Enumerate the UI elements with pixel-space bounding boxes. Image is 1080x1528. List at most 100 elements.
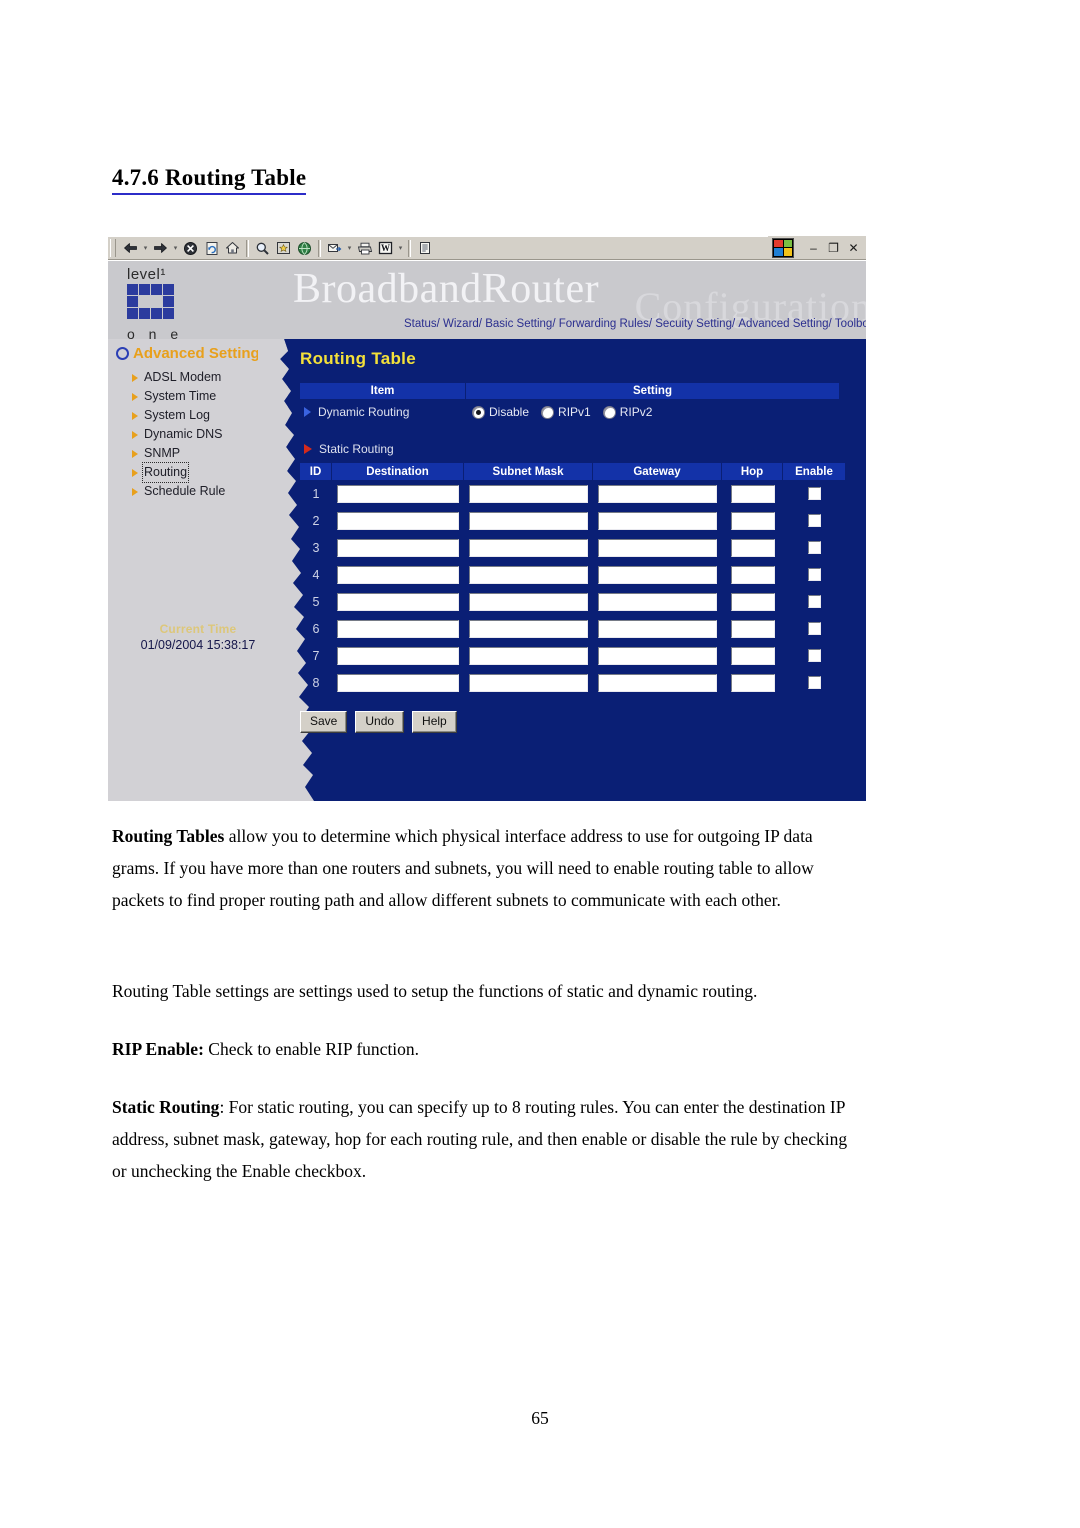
edit-word-icon[interactable]: W: [375, 238, 396, 258]
subnet-mask-input[interactable]: [469, 484, 588, 503]
hop-input[interactable]: [730, 538, 775, 557]
page-number: 65: [531, 1408, 549, 1428]
static-routing-table: ID Destination Subnet Mask Gateway Hop E…: [300, 463, 851, 696]
gateway-input[interactable]: [598, 646, 717, 665]
hop-input[interactable]: [730, 484, 775, 503]
gateway-input[interactable]: [598, 511, 717, 530]
sidebar-item-label: System Log: [144, 408, 211, 422]
logo-mark-icon: [127, 284, 183, 324]
enable-checkbox[interactable]: [807, 595, 821, 608]
sidebar-item-snmp[interactable]: SNMP: [132, 444, 282, 463]
bullet-arrow-icon: [132, 430, 138, 439]
enable-checkbox[interactable]: [807, 568, 821, 581]
subnet-mask-input[interactable]: [469, 511, 588, 530]
row-id: 7: [312, 648, 320, 663]
sidebar-header: Advanced Setting: [116, 345, 260, 362]
minimize-button[interactable]: –: [805, 240, 822, 256]
gateway-input[interactable]: [598, 484, 717, 503]
subnet-mask-input[interactable]: [469, 646, 588, 665]
radio-ripv2-icon[interactable]: [602, 405, 616, 419]
stop-icon[interactable]: [180, 238, 201, 258]
destination-input[interactable]: [337, 646, 459, 665]
row-id: 1: [312, 486, 320, 501]
sidebar-item-system-time[interactable]: System Time: [132, 387, 282, 406]
back-dropdown-icon[interactable]: ▾: [141, 238, 150, 258]
gateway-input[interactable]: [598, 538, 717, 557]
radio-ripv2[interactable]: RIPv2: [602, 405, 652, 419]
discuss-icon[interactable]: [414, 238, 435, 258]
bullet-arrow-icon: [132, 449, 138, 458]
subnet-mask-input[interactable]: [469, 673, 588, 692]
sidebar-item-label: ADSL Modem: [144, 370, 222, 384]
nav-link-wizard[interactable]: Wizard/: [443, 318, 482, 330]
back-icon[interactable]: [120, 238, 141, 258]
hop-input[interactable]: [730, 673, 775, 692]
history-icon[interactable]: [294, 238, 315, 258]
forward-icon[interactable]: [150, 238, 171, 258]
mail-icon[interactable]: [324, 238, 345, 258]
gateway-input[interactable]: [598, 565, 717, 584]
close-button[interactable]: ✕: [845, 240, 862, 256]
radio-disable[interactable]: Disable: [472, 405, 529, 419]
enable-checkbox[interactable]: [807, 622, 821, 635]
hop-input[interactable]: [730, 619, 775, 638]
app-body: Advanced Setting ADSL Modem System Time …: [108, 339, 866, 801]
destination-input[interactable]: [337, 538, 459, 557]
sidebar-item-routing[interactable]: Routing: [132, 462, 282, 483]
hop-input[interactable]: [730, 646, 775, 665]
sidebar-item-adsl-modem[interactable]: ADSL Modem: [132, 368, 282, 387]
radio-ripv1[interactable]: RIPv1: [541, 405, 591, 419]
subnet-mask-input[interactable]: [469, 592, 588, 611]
radio-ripv1-icon[interactable]: [541, 405, 555, 419]
nav-link-toolbox[interactable]: Toolbox: [835, 318, 866, 330]
hop-input[interactable]: [730, 565, 775, 584]
subnet-mask-input[interactable]: [469, 619, 588, 638]
favorites-icon[interactable]: [273, 238, 294, 258]
hop-input[interactable]: [730, 511, 775, 530]
nav-link-security-setting[interactable]: Secuity Setting/: [655, 318, 735, 330]
refresh-icon[interactable]: [201, 238, 222, 258]
restore-button[interactable]: ❐: [825, 240, 842, 256]
subnet-mask-input[interactable]: [469, 565, 588, 584]
destination-input[interactable]: [337, 511, 459, 530]
gateway-input[interactable]: [598, 673, 717, 692]
enable-checkbox[interactable]: [807, 487, 821, 500]
destination-input[interactable]: [337, 484, 459, 503]
nav-link-status[interactable]: Status/: [404, 318, 440, 330]
gateway-input[interactable]: [598, 592, 717, 611]
home-icon[interactable]: [222, 238, 243, 258]
undo-button[interactable]: Undo: [355, 711, 405, 733]
radio-disable-icon[interactable]: [472, 405, 485, 419]
sidebar-item-dynamic-dns[interactable]: Dynamic DNS: [132, 425, 282, 444]
nav-link-forwarding-rules[interactable]: Forwarding Rules/: [559, 318, 652, 330]
enable-checkbox[interactable]: [807, 676, 821, 689]
row-id: 2: [312, 513, 320, 528]
print-icon[interactable]: [354, 238, 375, 258]
destination-input[interactable]: [337, 592, 459, 611]
destination-input[interactable]: [337, 619, 459, 638]
table-row: 6: [300, 615, 851, 642]
help-button[interactable]: Help: [412, 711, 457, 733]
subnet-mask-input[interactable]: [469, 538, 588, 557]
enable-checkbox[interactable]: [807, 541, 821, 554]
windows-logo-icon[interactable]: [772, 237, 794, 258]
enable-checkbox[interactable]: [807, 649, 821, 662]
nav-link-basic-setting[interactable]: Basic Setting/: [485, 318, 555, 330]
sidebar-item-system-log[interactable]: System Log: [132, 406, 282, 425]
window-controls: – ❐ ✕: [768, 236, 866, 260]
save-button[interactable]: Save: [300, 711, 348, 733]
dynamic-routing-row: Dynamic Routing Disable RIPv1 RIPv2: [300, 405, 840, 419]
gateway-input[interactable]: [598, 619, 717, 638]
destination-input[interactable]: [337, 673, 459, 692]
forward-dropdown-icon[interactable]: ▾: [171, 238, 180, 258]
hop-input[interactable]: [730, 592, 775, 611]
bullet-arrow-icon: [304, 407, 311, 417]
toolbar-grip[interactable]: [110, 239, 116, 257]
edit-dropdown-icon[interactable]: ▾: [396, 238, 405, 258]
enable-checkbox[interactable]: [807, 514, 821, 527]
sidebar-item-schedule-rule[interactable]: Schedule Rule: [132, 482, 282, 501]
mail-dropdown-icon[interactable]: ▾: [345, 238, 354, 258]
destination-input[interactable]: [337, 565, 459, 584]
nav-link-advanced-setting[interactable]: Advanced Setting/: [738, 318, 831, 330]
search-icon[interactable]: [252, 238, 273, 258]
